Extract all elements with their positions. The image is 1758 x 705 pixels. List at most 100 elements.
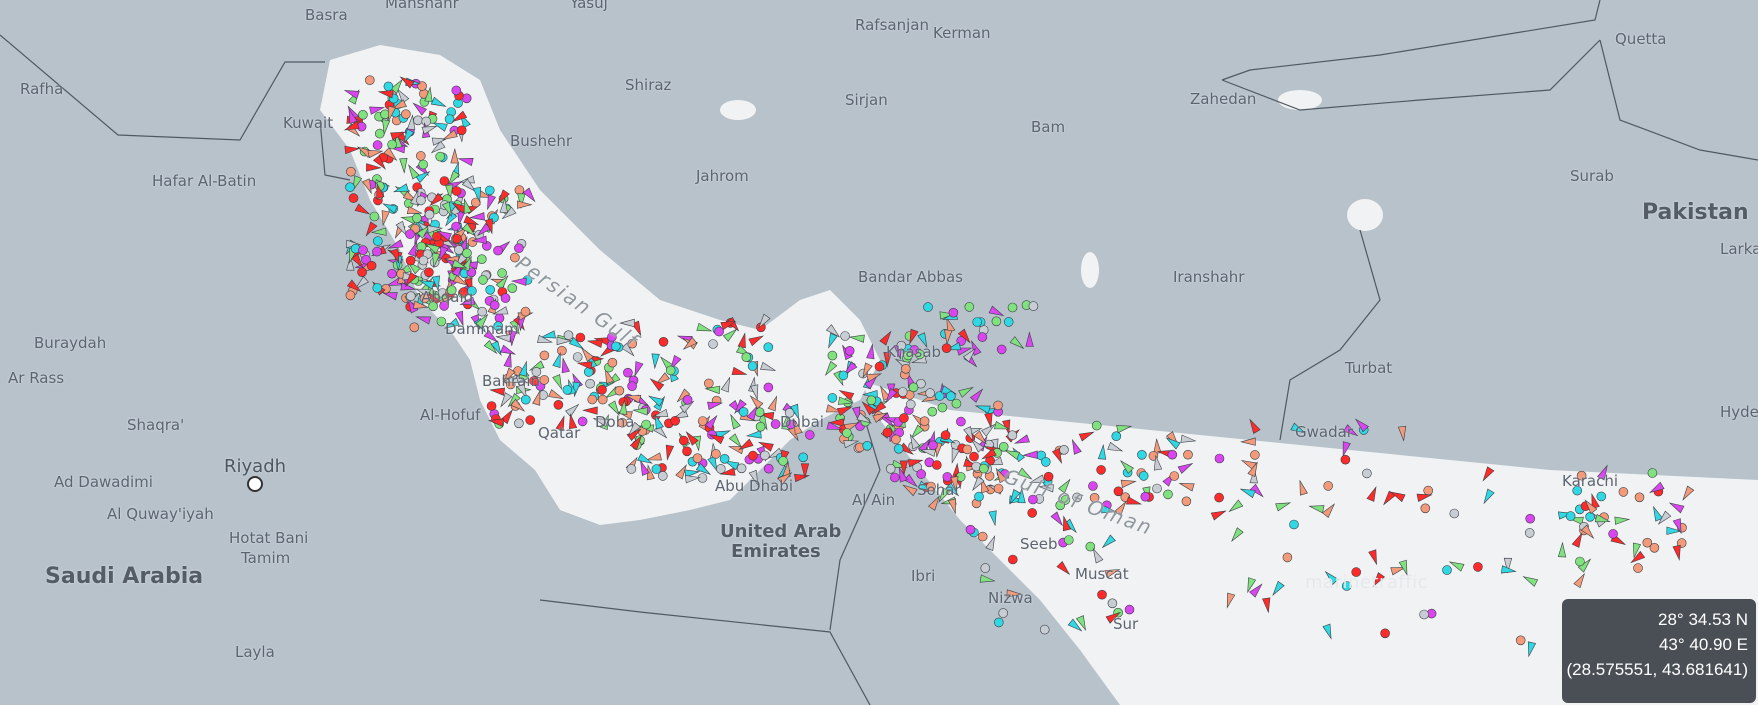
- vessel-anchored-icon[interactable]: [489, 300, 500, 311]
- vessel-anchored-icon[interactable]: [387, 139, 397, 150]
- vessel-anchored-icon[interactable]: [575, 332, 586, 343]
- vessel-anchored-icon[interactable]: [965, 524, 976, 535]
- vessel-anchored-icon[interactable]: [358, 245, 368, 255]
- vessel-anchored-icon[interactable]: [374, 128, 385, 139]
- vessel-anchored-icon[interactable]: [891, 434, 901, 445]
- vessel-anchored-icon[interactable]: [697, 473, 708, 483]
- vessel-anchored-icon[interactable]: [369, 211, 380, 222]
- vessel-anchored-icon[interactable]: [452, 234, 462, 244]
- vessel-anchored-icon[interactable]: [763, 342, 774, 353]
- vessel-anchored-icon[interactable]: [741, 352, 752, 363]
- vessel-anchored-icon[interactable]: [1633, 563, 1643, 573]
- vessel-anchored-icon[interactable]: [703, 378, 714, 389]
- vessel-anchored-icon[interactable]: [919, 416, 930, 427]
- vessel-anchored-icon[interactable]: [1565, 511, 1576, 521]
- vessel-anchored-icon[interactable]: [715, 464, 726, 474]
- vessel-anchored-icon[interactable]: [1289, 519, 1299, 530]
- vessel-anchored-icon[interactable]: [372, 283, 383, 293]
- vessel-anchored-icon[interactable]: [1515, 635, 1526, 646]
- vessel-anchored-icon[interactable]: [866, 395, 877, 406]
- vessel-anchored-icon[interactable]: [711, 449, 721, 459]
- vessel-anchored-icon[interactable]: [778, 456, 788, 466]
- vessel-anchored-icon[interactable]: [387, 268, 397, 279]
- vessel-anchored-icon[interactable]: [348, 193, 359, 203]
- vessel-anchored-icon[interactable]: [978, 463, 989, 474]
- vessel-anchored-icon[interactable]: [585, 378, 595, 389]
- vessel-anchored-icon[interactable]: [998, 608, 1009, 618]
- vessel-anchored-icon[interactable]: [372, 246, 382, 257]
- vessel-anchored-icon[interactable]: [418, 255, 429, 266]
- vessel-anchored-icon[interactable]: [964, 302, 975, 312]
- vessel-anchored-icon[interactable]: [366, 260, 377, 271]
- vessel-anchored-icon[interactable]: [444, 114, 455, 124]
- vessel-anchored-icon[interactable]: [714, 326, 724, 337]
- vessel-anchored-icon[interactable]: [708, 339, 718, 349]
- vessel-anchored-icon[interactable]: [956, 416, 966, 427]
- vessel-anchored-icon[interactable]: [1003, 317, 1014, 327]
- vessel-anchored-icon[interactable]: [951, 398, 962, 409]
- vessel-anchored-icon[interactable]: [1137, 449, 1147, 460]
- vessel-anchored-icon[interactable]: [927, 406, 938, 417]
- vessel-anchored-icon[interactable]: [682, 394, 693, 405]
- vessel-anchored-icon[interactable]: [937, 402, 948, 413]
- vessel-anchored-icon[interactable]: [844, 345, 855, 356]
- vessel-anchored-icon[interactable]: [413, 115, 423, 126]
- vessel-anchored-icon[interactable]: [1140, 491, 1151, 502]
- vessel-anchored-icon[interactable]: [980, 563, 991, 573]
- vessel-anchored-icon[interactable]: [539, 350, 550, 361]
- vessel-anchored-icon[interactable]: [421, 116, 432, 127]
- vessel-anchored-icon[interactable]: [974, 491, 984, 502]
- vessel-anchored-icon[interactable]: [485, 284, 496, 295]
- vessel-anchored-icon[interactable]: [557, 345, 567, 356]
- vessel-anchored-icon[interactable]: [553, 399, 564, 410]
- vessel-anchored-icon[interactable]: [587, 394, 598, 405]
- vessel-anchored-icon[interactable]: [1096, 465, 1106, 475]
- vessel-anchored-icon[interactable]: [454, 245, 464, 255]
- vessel-anchored-icon[interactable]: [484, 185, 495, 196]
- vessel-anchored-icon[interactable]: [418, 159, 429, 170]
- vessel-anchored-icon[interactable]: [998, 441, 1009, 452]
- vessel-anchored-icon[interactable]: [657, 471, 668, 481]
- vessel-anchored-icon[interactable]: [996, 344, 1007, 355]
- vessel-anchored-icon[interactable]: [760, 450, 770, 461]
- vessel-anchored-icon[interactable]: [1420, 503, 1431, 514]
- vessel-anchored-icon[interactable]: [477, 306, 488, 317]
- vessel-anchored-icon[interactable]: [925, 388, 935, 398]
- vessel-anchored-icon[interactable]: [923, 302, 933, 312]
- vessel-anchored-icon[interactable]: [1181, 496, 1192, 507]
- vessel-anchored-icon[interactable]: [1163, 489, 1173, 500]
- vessel-anchored-icon[interactable]: [520, 306, 531, 317]
- vessel-anchored-icon[interactable]: [1028, 301, 1039, 311]
- vessel-anchored-icon[interactable]: [941, 343, 952, 354]
- vessel-anchored-icon[interactable]: [665, 365, 676, 376]
- vessel-anchored-icon[interactable]: [1340, 454, 1351, 465]
- vessel-anchored-icon[interactable]: [345, 290, 356, 301]
- vessel-anchored-icon[interactable]: [424, 267, 434, 278]
- vessel-anchored-icon[interactable]: [1007, 554, 1018, 565]
- vessel-anchored-icon[interactable]: [1618, 487, 1629, 497]
- vessel-anchored-icon[interactable]: [1323, 481, 1333, 491]
- vessel-anchored-icon[interactable]: [804, 430, 815, 440]
- vessel-anchored-icon[interactable]: [1250, 450, 1260, 460]
- vessel-anchored-icon[interactable]: [416, 195, 426, 206]
- vessel-anchored-icon[interactable]: [412, 213, 422, 223]
- vessel-anchored-icon[interactable]: [1419, 609, 1429, 620]
- vessel-anchored-icon[interactable]: [747, 361, 758, 371]
- vessel-anchored-icon[interactable]: [1585, 511, 1595, 522]
- vessel-anchored-icon[interactable]: [358, 110, 368, 120]
- vessel-anchored-icon[interactable]: [357, 267, 367, 278]
- vessel-anchored-icon[interactable]: [500, 293, 511, 303]
- vessel-anchored-icon[interactable]: [1152, 483, 1162, 494]
- vessel-anchored-icon[interactable]: [993, 400, 1003, 411]
- vessel-anchored-icon[interactable]: [1473, 562, 1483, 572]
- vessel-anchored-icon[interactable]: [435, 151, 446, 162]
- vessel-anchored-icon[interactable]: [1124, 604, 1135, 615]
- vessel-anchored-icon[interactable]: [451, 186, 462, 196]
- vessel-anchored-icon[interactable]: [940, 430, 951, 441]
- vessel-anchored-icon[interactable]: [899, 413, 909, 423]
- vessel-anchored-icon[interactable]: [1138, 471, 1149, 481]
- vessel-anchored-icon[interactable]: [346, 166, 356, 177]
- vessel-anchored-icon[interactable]: [372, 236, 383, 246]
- vessel-anchored-icon[interactable]: [900, 363, 911, 374]
- vessel-anchored-icon[interactable]: [562, 385, 573, 395]
